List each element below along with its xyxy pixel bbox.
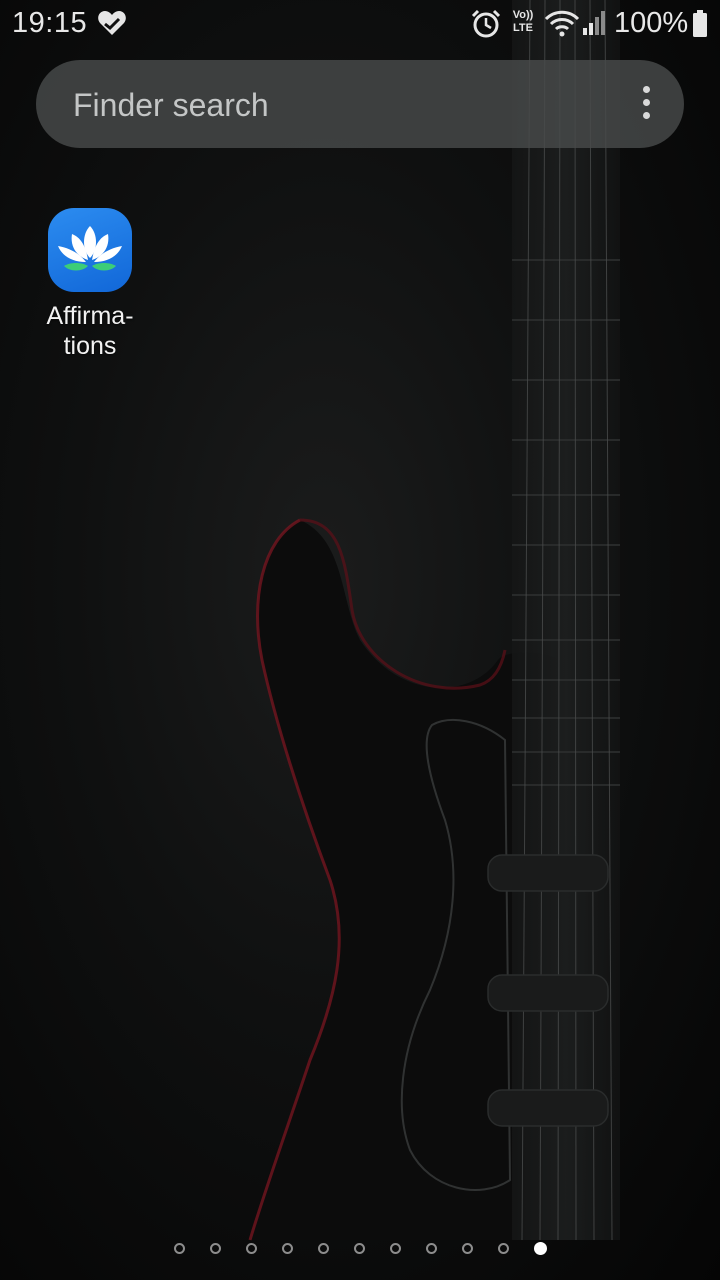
volte-label-bottom: LTE [513, 22, 533, 34]
page-dot-active[interactable] [534, 1242, 547, 1255]
status-bar: 19:15 Vo)) LTE 100% [0, 0, 720, 48]
app-label: Affirma- tions [46, 302, 134, 360]
page-dot[interactable] [318, 1243, 329, 1254]
status-time: 19:15 [12, 7, 88, 39]
more-vertical-icon[interactable] [640, 86, 652, 122]
heart-icon [98, 11, 126, 35]
page-dot[interactable] [354, 1243, 365, 1254]
guitar-wallpaper [248, 0, 620, 1241]
alarm-icon [471, 9, 501, 38]
volte-label-top: Vo)) [512, 9, 534, 21]
lotus-icon [58, 226, 122, 271]
page-indicator [0, 1242, 720, 1260]
page-dot[interactable] [210, 1243, 221, 1254]
wifi-icon [544, 10, 580, 37]
page-dot[interactable] [246, 1243, 257, 1254]
battery-percent: 100% [614, 7, 689, 39]
search-input[interactable]: Finder search [73, 87, 269, 124]
app-affirmations[interactable]: Affirma- tions [30, 208, 150, 361]
page-dot[interactable] [282, 1243, 293, 1254]
page-dot[interactable] [390, 1243, 401, 1254]
page-dot[interactable] [174, 1243, 185, 1254]
affirmations-app-icon[interactable] [48, 208, 132, 292]
finder-search-bar[interactable]: Finder search [36, 60, 684, 148]
home-screen: 19:15 Vo)) LTE 100% Finder search Affirm… [0, 0, 720, 1280]
page-dot[interactable] [498, 1243, 509, 1254]
battery-icon [693, 10, 707, 37]
signal-icon [583, 11, 605, 35]
page-dot[interactable] [462, 1243, 473, 1254]
page-dot[interactable] [426, 1243, 437, 1254]
volte-icon: Vo)) LTE [508, 9, 538, 39]
